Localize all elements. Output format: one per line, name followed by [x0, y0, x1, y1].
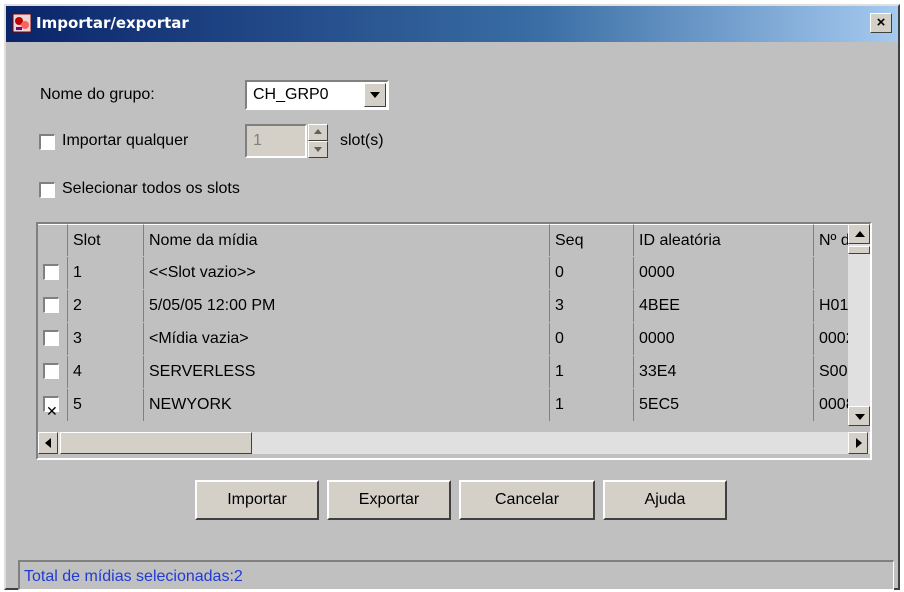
row-check-cell	[38, 323, 68, 355]
slot-cell: 5	[68, 389, 144, 421]
slot-cell: 1	[68, 257, 144, 289]
row-checkbox[interactable]	[43, 297, 59, 313]
row-check-cell	[38, 389, 68, 421]
slot-cell: 4	[68, 356, 144, 388]
table-row[interactable]: 5 NEWYORK 1 5EC5 0008	[38, 389, 866, 421]
spin-up-button[interactable]	[308, 124, 328, 141]
arrow-right-icon	[856, 438, 862, 448]
table-header: Slot Nome da mídia Seq ID aleatória Nº d…	[38, 224, 866, 256]
status-bar: Total de mídias selecionadas:2	[18, 560, 894, 590]
import-any-checkbox[interactable]	[39, 134, 55, 150]
seq-cell: 0	[550, 323, 634, 355]
group-name-value: CH_GRP0	[253, 86, 329, 103]
media-name-cell: NEWYORK	[144, 389, 550, 421]
slots-suffix-label: slot(s)	[340, 132, 384, 149]
help-button[interactable]: Ajuda	[603, 480, 727, 520]
seq-cell: 0	[550, 257, 634, 289]
window-title: Importar/exportar	[36, 14, 189, 32]
column-header-media-name[interactable]: Nome da mídia	[144, 224, 550, 256]
import-export-dialog: Importar/exportar × Nome do grupo: CH_GR…	[4, 4, 900, 590]
close-icon: ×	[876, 14, 886, 31]
random-id-cell: 4BEE	[634, 290, 814, 322]
row-check-cell	[38, 356, 68, 388]
table-row[interactable]: 4 SERVERLESS 1 33E4 S001	[38, 356, 866, 388]
import-any-label: Importar qualquer	[62, 132, 189, 149]
media-name-cell: 5/05/05 12:00 PM	[144, 290, 550, 322]
row-check-cell	[38, 257, 68, 289]
slot-count-spinner	[308, 124, 328, 158]
select-all-label: Selecionar todos os slots	[62, 180, 240, 197]
scroll-down-button[interactable]	[848, 406, 870, 426]
media-name-cell: SERVERLESS	[144, 356, 550, 388]
seq-cell: 1	[550, 356, 634, 388]
horizontal-scrollbar[interactable]	[38, 432, 870, 454]
random-id-cell: 5EC5	[634, 389, 814, 421]
column-header-seq[interactable]: Seq	[550, 224, 634, 256]
group-dropdown-button[interactable]	[364, 83, 386, 107]
slot-count-value: 1	[253, 132, 262, 149]
cancel-button[interactable]: Cancelar	[459, 480, 595, 520]
table-row[interactable]: 3 <Mídia vazia> 0 0000 0002	[38, 323, 866, 355]
row-checkbox[interactable]	[43, 330, 59, 346]
horizontal-scroll-thumb[interactable]	[60, 432, 252, 454]
slot-cell: 2	[68, 290, 144, 322]
media-table: Slot Nome da mídia Seq ID aleatória Nº d…	[36, 222, 872, 460]
scroll-up-button[interactable]	[848, 224, 870, 244]
media-name-cell: <Mídia vazia>	[144, 323, 550, 355]
title-bar[interactable]: Importar/exportar ×	[6, 6, 898, 42]
arrow-left-icon	[45, 438, 51, 448]
seq-cell: 1	[550, 389, 634, 421]
scroll-left-button[interactable]	[38, 432, 58, 454]
column-header-check[interactable]	[38, 224, 68, 256]
seq-cell: 3	[550, 290, 634, 322]
column-header-random-id[interactable]: ID aleatória	[634, 224, 814, 256]
row-checkbox[interactable]	[43, 363, 59, 379]
arrow-down-icon	[855, 414, 865, 420]
close-button[interactable]: ×	[870, 13, 892, 33]
group-name-combo[interactable]: CH_GRP0	[245, 80, 389, 110]
table-row[interactable]: 1 <<Slot vazio>> 0 0000	[38, 257, 866, 289]
slot-cell: 3	[68, 323, 144, 355]
arrow-up-icon	[855, 231, 865, 237]
row-checkbox[interactable]	[43, 264, 59, 280]
arrow-down-icon	[314, 147, 322, 152]
row-checkbox[interactable]	[43, 395, 59, 421]
chevron-down-icon	[370, 92, 380, 98]
table-row[interactable]: 2 5/05/05 12:00 PM 3 4BEE H01	[38, 290, 866, 322]
select-all-checkbox[interactable]	[39, 182, 55, 198]
column-header-slot[interactable]: Slot	[68, 224, 144, 256]
status-text: Total de mídias selecionadas:2	[24, 568, 243, 585]
random-id-cell: 0000	[634, 323, 814, 355]
arrow-up-icon	[314, 129, 322, 134]
scroll-right-button[interactable]	[848, 432, 868, 454]
media-name-cell: <<Slot vazio>>	[144, 257, 550, 289]
row-check-cell	[38, 290, 68, 322]
slot-count-field[interactable]: 1	[245, 124, 307, 158]
vertical-scrollbar[interactable]	[848, 224, 870, 426]
app-icon	[12, 13, 32, 33]
import-button[interactable]: Importar	[195, 480, 319, 520]
group-name-label: Nome do grupo:	[40, 86, 155, 103]
random-id-cell: 0000	[634, 257, 814, 289]
spin-down-button[interactable]	[308, 141, 328, 158]
random-id-cell: 33E4	[634, 356, 814, 388]
vertical-scroll-thumb[interactable]	[848, 246, 870, 254]
export-button[interactable]: Exportar	[327, 480, 451, 520]
